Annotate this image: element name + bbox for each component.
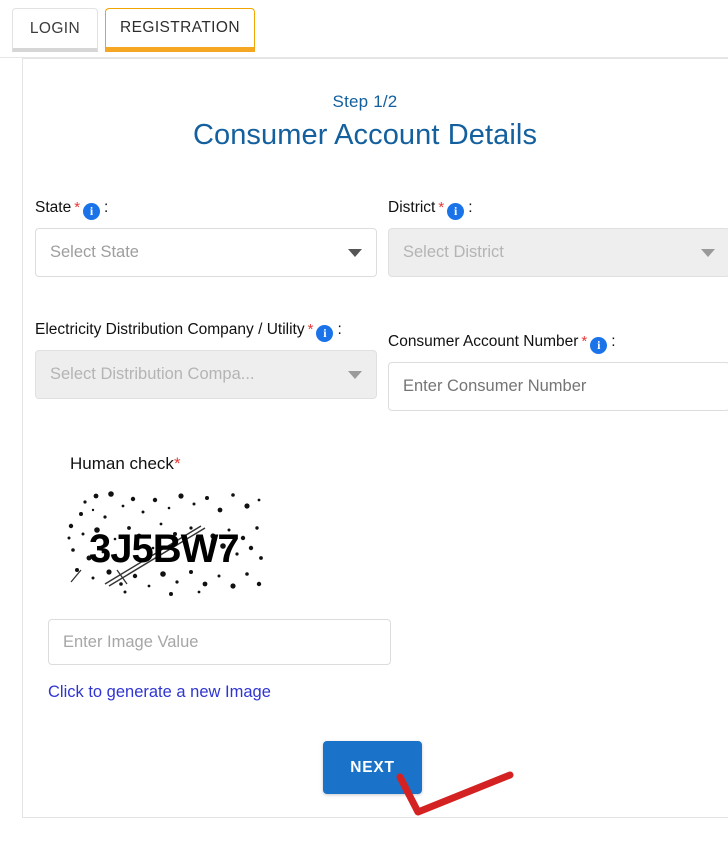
registration-card: Step 1/2 Consumer Account Details State *…: [22, 58, 728, 818]
field-district: District * i: Select District: [388, 197, 728, 277]
required-asterisk: *: [74, 199, 81, 216]
chevron-down-icon: [348, 370, 362, 379]
consumer-account-number-input[interactable]: [388, 362, 728, 411]
info-icon[interactable]: i: [590, 337, 608, 354]
info-icon[interactable]: i: [316, 325, 334, 342]
page-title: Consumer Account Details: [192, 119, 538, 151]
field-consumer-label-text: Consumer Account Number: [388, 333, 579, 350]
district-select[interactable]: Select District: [388, 228, 728, 277]
chevron-down-icon: [701, 248, 715, 257]
required-asterisk: *: [307, 321, 314, 338]
info-icon[interactable]: i: [447, 203, 465, 220]
tab-login[interactable]: LOGIN: [12, 8, 98, 52]
field-consumer-account-number-label: Consumer Account Number * i:: [388, 331, 728, 354]
district-select-placeholder: Select District: [403, 243, 504, 261]
field-utility-label: Electricity Distribution Company / Utili…: [35, 319, 377, 342]
tab-registration[interactable]: REGISTRATION: [105, 8, 255, 52]
field-consumer-account-number: Consumer Account Number * i:: [388, 331, 728, 411]
field-utility-label-text: Electricity Distribution Company / Utili…: [35, 321, 305, 338]
state-select[interactable]: Select State: [35, 228, 377, 277]
captcha-text: 3J5BW7: [89, 527, 239, 571]
required-asterisk: *: [173, 454, 181, 473]
field-district-label-text: District: [388, 199, 436, 216]
human-check-label: Human check*: [70, 454, 181, 474]
utility-select[interactable]: Select Distribution Compa...: [35, 350, 377, 399]
utility-select-placeholder: Select Distribution Compa...: [50, 365, 255, 383]
human-check-label-text: Human check: [70, 454, 174, 473]
required-asterisk: *: [438, 199, 445, 216]
next-button[interactable]: NEXT: [323, 741, 422, 794]
label-colon: :: [468, 199, 473, 216]
tab-strip: LOGIN REGISTRATION: [0, 0, 728, 60]
info-icon[interactable]: i: [83, 203, 101, 220]
field-state-label: State * i:: [35, 197, 377, 220]
tab-login-label: LOGIN: [29, 19, 81, 37]
label-colon: :: [337, 321, 342, 338]
tab-registration-label: REGISTRATION: [120, 19, 240, 36]
required-asterisk: *: [581, 333, 588, 350]
chevron-down-icon: [348, 248, 362, 257]
field-state-label-text: State: [35, 199, 72, 216]
captcha-image: 3J5BW7: [63, 484, 268, 599]
field-state: State * i: Select State: [35, 197, 377, 277]
label-colon: :: [611, 333, 616, 350]
field-district-label: District * i:: [388, 197, 728, 220]
state-select-placeholder: Select State: [50, 243, 139, 261]
regenerate-captcha-link[interactable]: Click to generate a new Image: [48, 683, 271, 702]
captcha-input[interactable]: [48, 619, 391, 665]
field-utility: Electricity Distribution Company / Utili…: [35, 319, 377, 399]
label-colon: :: [104, 199, 109, 216]
step-indicator: Step 1/2: [332, 92, 398, 111]
